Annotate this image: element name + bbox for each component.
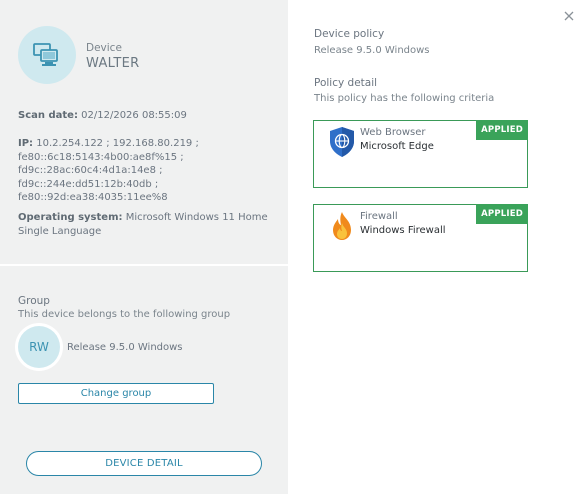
close-icon[interactable] [562,9,576,23]
globe-shield-icon [330,127,354,157]
ip-label: IP: [18,138,34,149]
device-name: WALTER [86,56,140,71]
section-divider [0,264,288,266]
group-name: Release 9.5.0 Windows [67,342,183,353]
computer-icon [33,43,58,66]
group-title: Group [18,295,50,307]
criteria-name: Microsoft Edge [360,141,434,152]
ip-addresses: IP: 10.2.254.122 ; 192.168.80.219 ; fe80… [18,137,268,205]
change-group-button[interactable]: Change group [18,383,214,404]
ip-value: 10.2.254.122 ; 192.168.80.219 ; fe80::6c… [18,138,199,204]
scan-date-label: Scan date: [18,110,78,121]
operating-system: Operating system: Microsoft Windows 11 H… [18,211,268,239]
criteria-card-web-browser: APPLIED Web Browser Microsoft Edge [313,120,528,188]
policy-detail-subtitle: This policy has the following criteria [314,93,495,104]
device-summary: Device WALTER Scan date: 02/12/2026 08:5… [0,0,288,265]
criteria-card-firewall: APPLIED Firewall Windows Firewall [313,204,528,272]
group-avatar: RW [18,326,60,368]
group-subtitle: This device belongs to the following gro… [18,309,231,320]
fire-icon [333,212,351,240]
device-policy-name: Release 9.5.0 Windows [314,45,430,56]
policy-detail-title: Policy detail [314,77,378,89]
criteria-type: Web Browser [360,127,426,138]
device-detail-button[interactable]: DEVICE DETAIL [26,451,262,476]
device-avatar [18,26,76,84]
os-label: Operating system: [18,212,123,223]
scan-date-value: 02/12/2026 08:55:09 [81,110,187,121]
applied-badge: APPLIED [476,204,528,224]
criteria-type: Firewall [360,211,398,222]
scan-date: Scan date: 02/12/2026 08:55:09 [18,110,187,121]
applied-badge: APPLIED [476,120,528,140]
device-panel: Device WALTER Scan date: 02/12/2026 08:5… [0,0,288,494]
device-policy-title: Device policy [314,28,385,40]
device-label: Device [86,42,122,54]
criteria-name: Windows Firewall [360,225,446,236]
